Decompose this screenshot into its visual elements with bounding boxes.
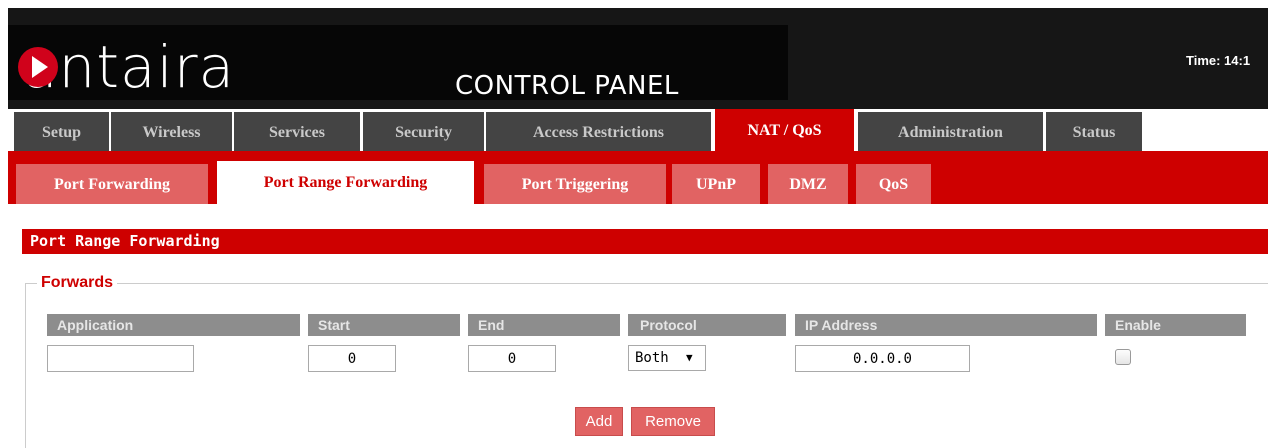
column-header-application: Application (47, 314, 300, 336)
subtab-port-triggering[interactable]: Port Triggering (484, 164, 666, 204)
tab-label: NAT / QoS (747, 122, 822, 139)
subtab-label: UPnP (696, 176, 736, 193)
play-circle-icon (18, 47, 58, 87)
application-input[interactable] (47, 345, 194, 372)
fieldset-legend: Forwards (37, 273, 118, 293)
subtab-port-range-forwarding[interactable]: Port Range Forwarding (217, 161, 474, 204)
subtab-upnp[interactable]: UPnP (672, 164, 760, 204)
remove-button[interactable]: Remove (631, 407, 715, 436)
tab-wireless[interactable]: Wireless (111, 112, 232, 151)
column-header-enable: Enable (1105, 314, 1246, 336)
section-header: Port Range Forwarding (22, 229, 1268, 254)
tab-label: Wireless (142, 124, 201, 141)
tab-label: Status (1072, 124, 1116, 141)
enable-checkbox[interactable] (1115, 349, 1131, 365)
fieldset-border (25, 283, 1268, 284)
tab-access-restrictions[interactable]: Access Restrictions (486, 112, 711, 151)
subtab-port-forwarding[interactable]: Port Forwarding (16, 164, 208, 204)
tab-label: Administration (898, 124, 1003, 141)
control-panel-title: CONTROL PANEL (455, 71, 679, 101)
fieldset-border-left (25, 283, 26, 448)
tab-label: Setup (41, 124, 82, 141)
add-button[interactable]: Add (575, 407, 623, 436)
time-label: Time: 14:1 (1186, 53, 1251, 68)
tab-security[interactable]: Security (363, 112, 484, 151)
subtab-label: Port Forwarding (54, 176, 170, 193)
tab-administration[interactable]: Administration (858, 112, 1043, 151)
ip-address-input[interactable] (795, 345, 970, 372)
column-header-protocol: Protocol (628, 314, 786, 336)
column-header-start: Start (308, 314, 460, 336)
sub-tabs: Port Forwarding Port Range Forwarding Po… (8, 151, 1268, 204)
tab-services[interactable]: Services (234, 112, 360, 151)
tab-nat-qos[interactable]: NAT / QoS (715, 109, 854, 151)
start-port-input[interactable] (308, 345, 396, 372)
column-header-ip-address: IP Address (795, 314, 1097, 336)
subtab-label: DMZ (789, 176, 827, 193)
subtab-label: Port Range Forwarding (263, 174, 428, 191)
tab-label: Services (269, 124, 325, 141)
tab-label: Access Restrictions (532, 124, 665, 141)
tab-status[interactable]: Status (1046, 112, 1142, 151)
subtab-qos[interactable]: QoS (856, 164, 931, 204)
triangle-down-icon: ▼ (686, 351, 693, 364)
end-port-input[interactable] (468, 345, 556, 372)
protocol-select[interactable]: Both ▼ (628, 345, 706, 371)
subtab-label: Port Triggering (521, 176, 629, 193)
subtab-label: QoS (878, 176, 909, 193)
protocol-value: Both (635, 350, 669, 366)
subtab-dmz[interactable]: DMZ (768, 164, 848, 204)
section-title: Port Range Forwarding (30, 232, 220, 250)
column-header-end: End (468, 314, 620, 336)
tab-setup[interactable]: Setup (14, 112, 109, 151)
tab-label: Security (395, 124, 452, 141)
